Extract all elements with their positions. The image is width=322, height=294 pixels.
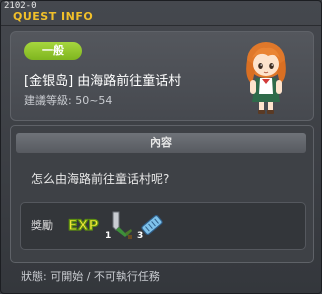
npc-portrait [246,42,286,114]
header-divider [1,25,321,26]
quest-category-badge: 一般 [24,42,82,60]
quest-name: [金银岛] 由海路前往童话村 [24,74,182,89]
exp-icon: EXP [67,217,99,234]
quest-info-window: 2102-0 QUEST INFO 一般 [金银岛] 由海路前往童话村 建議等級… [0,0,322,294]
reward-item-sword[interactable]: 1 [105,209,135,241]
quest-status: 狀態: 可開始 / 不可執行任務 [21,270,160,283]
reward-item-scroll[interactable]: 3 [137,209,167,241]
exp-text: EXP [68,218,99,234]
window-title: QUEST INFO [13,10,94,23]
reward-label: 獎勵 [31,219,53,232]
content-text: 怎么由海路前往童话村呢? [31,172,170,186]
reward-item-count: 1 [105,231,112,241]
quest-recommended-level: 建議等級: 50~54 [24,94,113,107]
content-header: 內容 [16,133,306,153]
quest-summary-card: 一般 [金银岛] 由海路前往童话村 建議等級: 50~54 [10,31,314,121]
reward-box: 獎勵 EXP 1 3 [20,202,306,250]
reward-item-count: 3 [137,231,144,241]
quest-content-panel: 內容 怎么由海路前往童话村呢? 獎勵 EXP 1 3 [10,125,314,263]
